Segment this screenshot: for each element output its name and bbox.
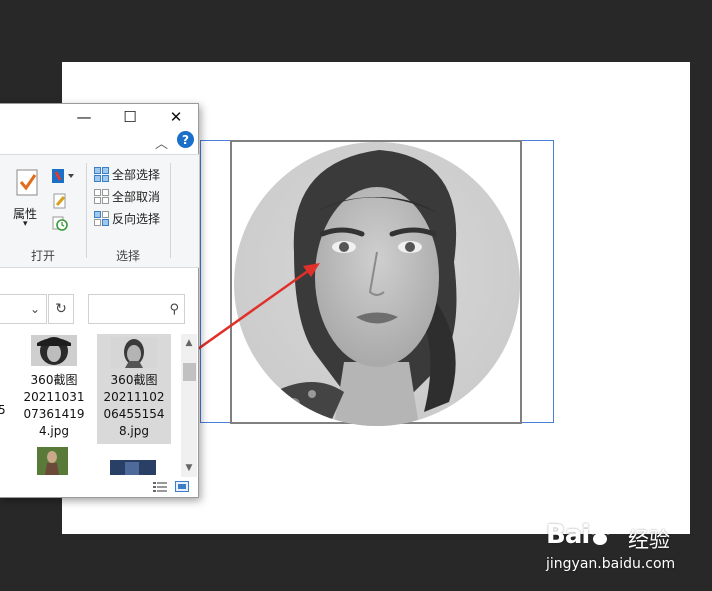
scrollbar-thumb[interactable] [183, 363, 196, 381]
ribbon-collapse-icon[interactable]: ︿ [155, 133, 168, 152]
history-icon [52, 216, 68, 231]
properties-button[interactable]: 属性 ▾ [10, 163, 44, 235]
file-thumbnail [31, 335, 77, 366]
history-button[interactable] [52, 215, 68, 231]
left-edge-fragment: 5 [0, 403, 6, 417]
edit-icon [53, 193, 66, 209]
watermark-logo-text: Bai [546, 520, 590, 550]
file-list: 5 360截图 20211031 07361419 4.jpg 360截图 20… [0, 334, 180, 475]
watermark-url: jingyan.baidu.com [546, 556, 676, 572]
maximize-icon: ☐ [123, 108, 137, 126]
refresh-icon: ↻ [55, 301, 67, 317]
file-thumbnail[interactable] [110, 460, 156, 475]
select-all-icon [94, 166, 109, 182]
close-button[interactable]: ✕ [153, 104, 199, 130]
open-with-button[interactable] [50, 167, 76, 187]
select-none-label: 全部取消 [112, 189, 161, 204]
select-all-label: 全部选择 [112, 167, 161, 182]
refresh-button[interactable]: ↻ [48, 294, 74, 324]
properties-icon [16, 169, 38, 196]
large-icons-view-icon[interactable] [175, 481, 189, 492]
close-icon: ✕ [169, 108, 183, 126]
select-group-label: 选择 [116, 249, 141, 263]
scroll-up-icon[interactable]: ▲ [181, 336, 197, 350]
watermark-cn-text: 经验 [628, 528, 670, 552]
scroll-down-icon[interactable]: ▼ [181, 461, 197, 475]
select-none-button[interactable]: 全部取消 [94, 186, 160, 206]
properties-dropdown-icon: ▾ [23, 219, 28, 229]
minimize-icon: — [76, 108, 92, 126]
search-icon: ⚲ [169, 301, 179, 317]
select-all-button[interactable]: 全部选择 [94, 164, 160, 184]
chevron-down-icon[interactable]: ⌄ [30, 302, 40, 316]
address-bar[interactable]: ⌄ [0, 294, 47, 324]
file-name-line: 360截图 [110, 373, 158, 387]
file-item[interactable]: 360截图 20211031 07361419 4.jpg [17, 334, 91, 444]
file-name-line: 20211102 [103, 390, 165, 404]
file-name-line: 06455154 [103, 407, 165, 421]
address-row: ⌄ ↻ ⚲ [0, 294, 199, 326]
invert-selection-label: 反向选择 [112, 211, 161, 226]
help-icon[interactable]: ? [177, 131, 194, 148]
invert-selection-button[interactable]: 反向选择 [94, 208, 160, 228]
baidu-jingyan-watermark: Bai du 经验 jingyan.baidu.com [546, 514, 676, 574]
file-name-line: 07361419 [23, 407, 85, 421]
file-name-line: 4.jpg [38, 424, 70, 438]
status-bar [0, 476, 199, 498]
file-item-selected[interactable]: 360截图 20211102 06455154 8.jpg [97, 334, 171, 444]
file-name-line: 20211031 [23, 390, 85, 404]
ribbon-panel: 属性 ▾ 打开 全部选择 全部取消 反向选择 选择 [0, 154, 199, 268]
ribbon-divider [170, 163, 171, 258]
invert-selection-icon [94, 210, 109, 226]
edit-button[interactable] [52, 193, 68, 209]
file-explorer-window[interactable]: — ☐ ✕ ︿ ? 属性 ▾ 打开 全部选择 全部取消 反向选择 选择 ⌄ ↻ … [0, 103, 199, 498]
ribbon-tab-bar: ︿ ? [0, 130, 199, 154]
file-name-line: 8.jpg [118, 424, 150, 438]
search-input[interactable]: ⚲ [88, 294, 185, 324]
paw-icon [589, 523, 611, 545]
maximize-button[interactable]: ☐ [107, 104, 153, 130]
select-none-icon [94, 188, 109, 204]
minimize-button[interactable]: — [61, 104, 107, 130]
file-thumbnail[interactable] [37, 447, 68, 475]
file-name-line: 360截图 [30, 373, 78, 387]
open-group-label: 打开 [31, 249, 56, 263]
watermark-logo: Bai du [546, 520, 611, 550]
details-view-icon[interactable] [153, 481, 167, 492]
file-thumbnail [111, 337, 157, 368]
ribbon-divider [86, 163, 87, 258]
open-with-icon [52, 169, 74, 183]
vertical-scrollbar[interactable]: ▲ ▼ [181, 334, 197, 477]
